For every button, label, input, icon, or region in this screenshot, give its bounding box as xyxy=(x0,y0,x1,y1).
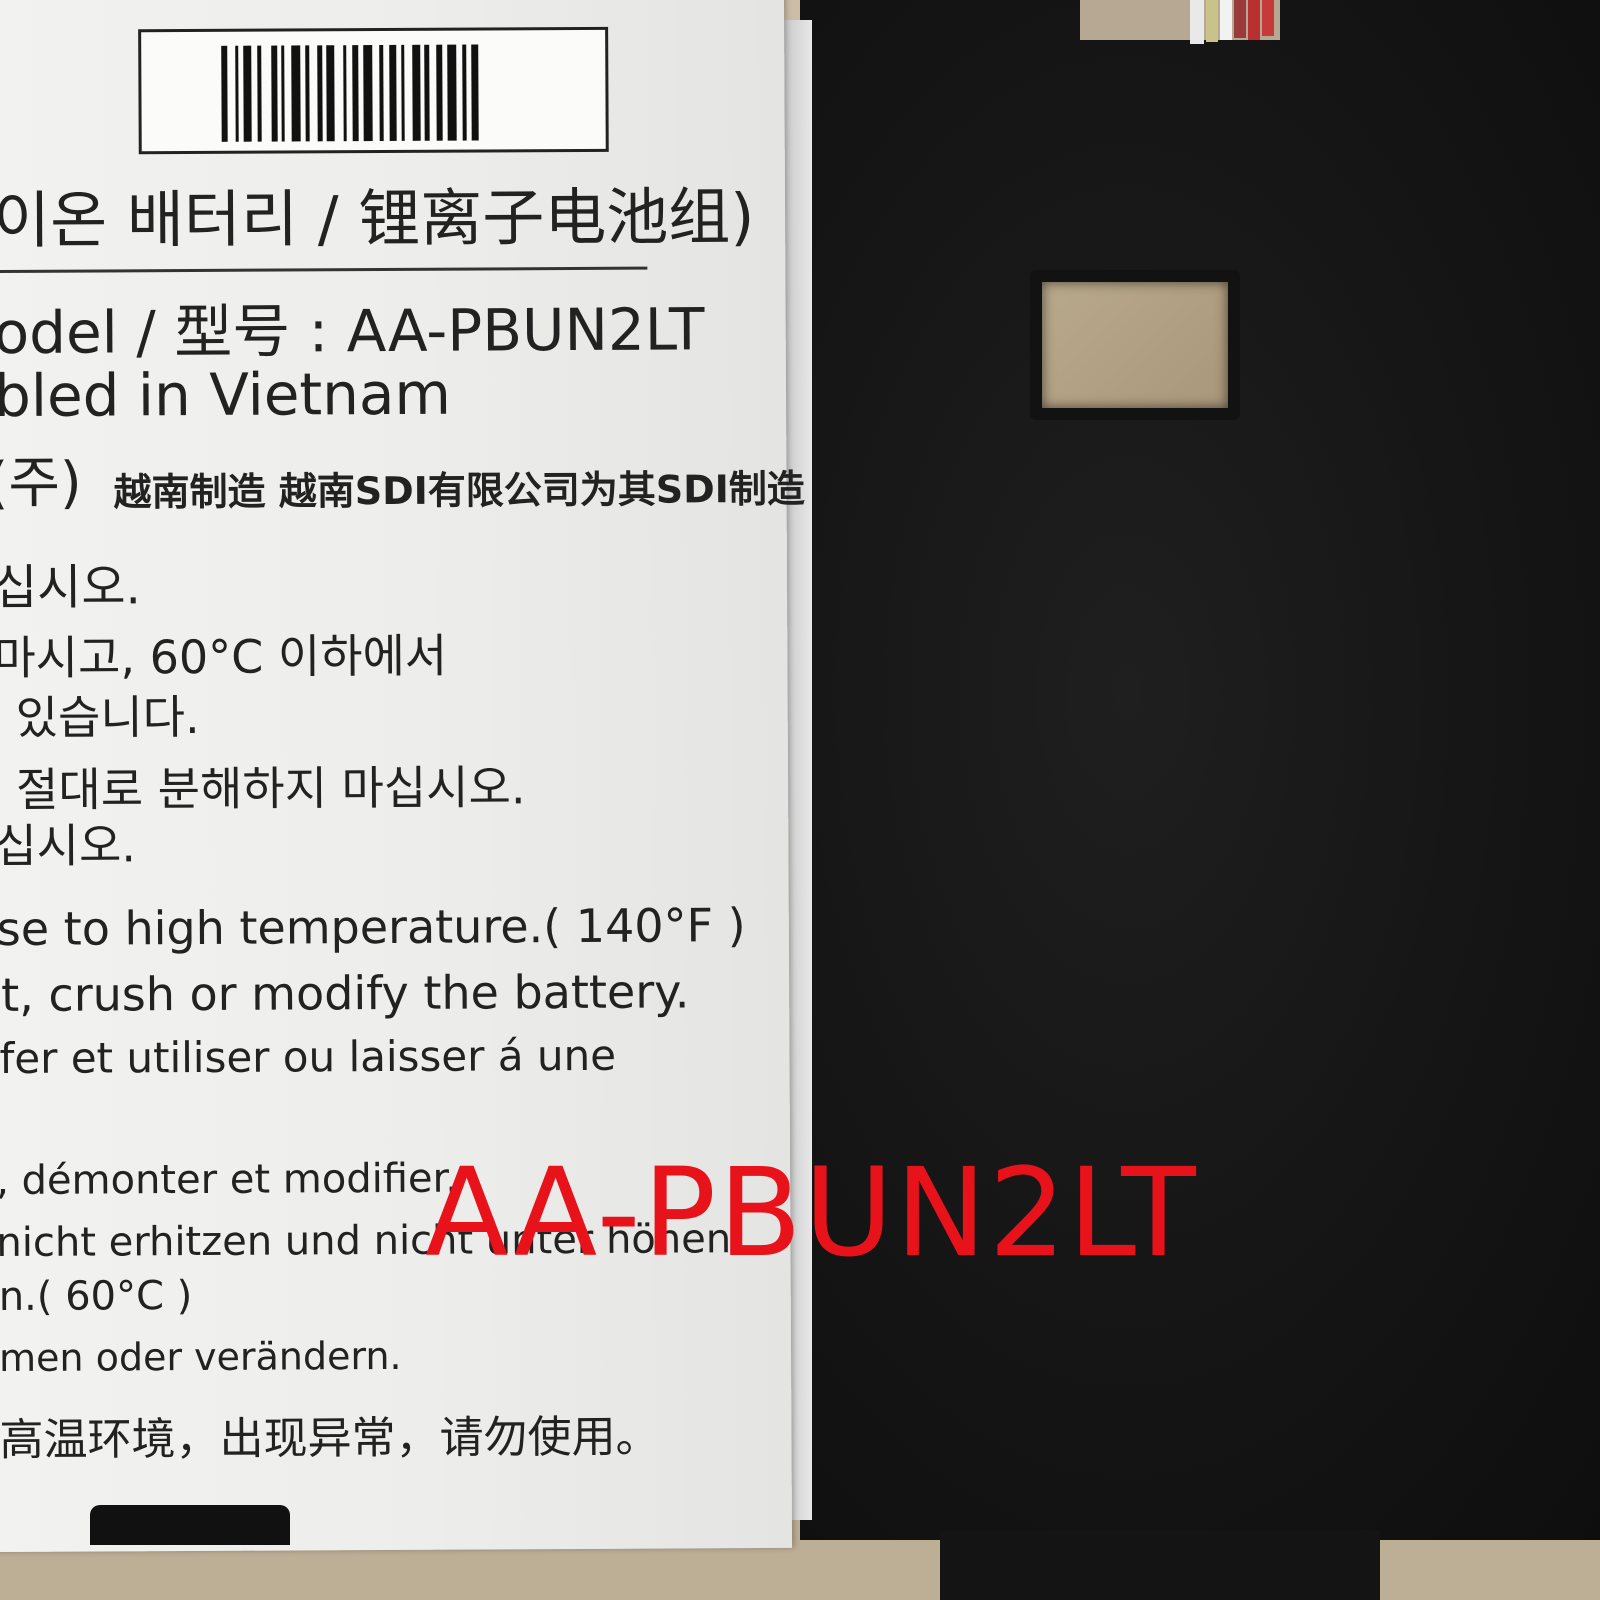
french-warning-1: fer et utiliser ou laisser á une xyxy=(0,1030,617,1084)
german-warning-2: n.( 60°C ) xyxy=(0,1273,193,1321)
battery-label: 이온 배터리 / 锂离子电池组) odel / 型号 : AA-PBUN2LT … xyxy=(0,0,805,1553)
english-warning-1: se to high temperature.( 140°F ) xyxy=(0,898,746,957)
maker-korean: (주) xyxy=(0,450,82,517)
chinese-warning: 高温环境，出现异常，请勿使用。 xyxy=(0,1411,660,1467)
korean-warning-2: 마시고, 60°C 이하에서 xyxy=(0,628,448,686)
product-photo: 이온 배터리 / 锂离子电池组) odel / 型号 : AA-PBUN2LT … xyxy=(0,0,1600,1600)
barcode-box xyxy=(138,26,609,155)
connector-wires xyxy=(1190,0,1274,44)
pack-window-cutout xyxy=(1030,270,1240,420)
german-warning-3: men oder verändern. xyxy=(0,1333,402,1381)
korean-warning-3: 있습니다. xyxy=(15,689,200,745)
label-title: 이온 배터리 / 锂离子电池组) xyxy=(0,180,755,258)
maker-chinese: 越南制造 越南SDI有限公司为其SDI制造 xyxy=(113,466,805,515)
battery-pack xyxy=(800,0,1600,1540)
title-rule xyxy=(0,266,648,274)
english-warning-2: t, crush or modify the battery. xyxy=(1,964,690,1023)
model-line: odel / 型号 : AA-PBUN2LT xyxy=(0,295,705,368)
assembled-line: bled in Vietnam xyxy=(0,359,452,431)
model-watermark: AA-PBUN2LT xyxy=(425,1142,1198,1284)
korean-warning-1: 십시오. xyxy=(0,559,141,617)
label-tab xyxy=(90,1505,290,1545)
korean-warning-5: 십시오. xyxy=(0,818,137,874)
pack-connector xyxy=(940,1530,1380,1600)
french-warning-2: , démonter et modifier. xyxy=(0,1155,459,1205)
barcode xyxy=(221,44,531,142)
